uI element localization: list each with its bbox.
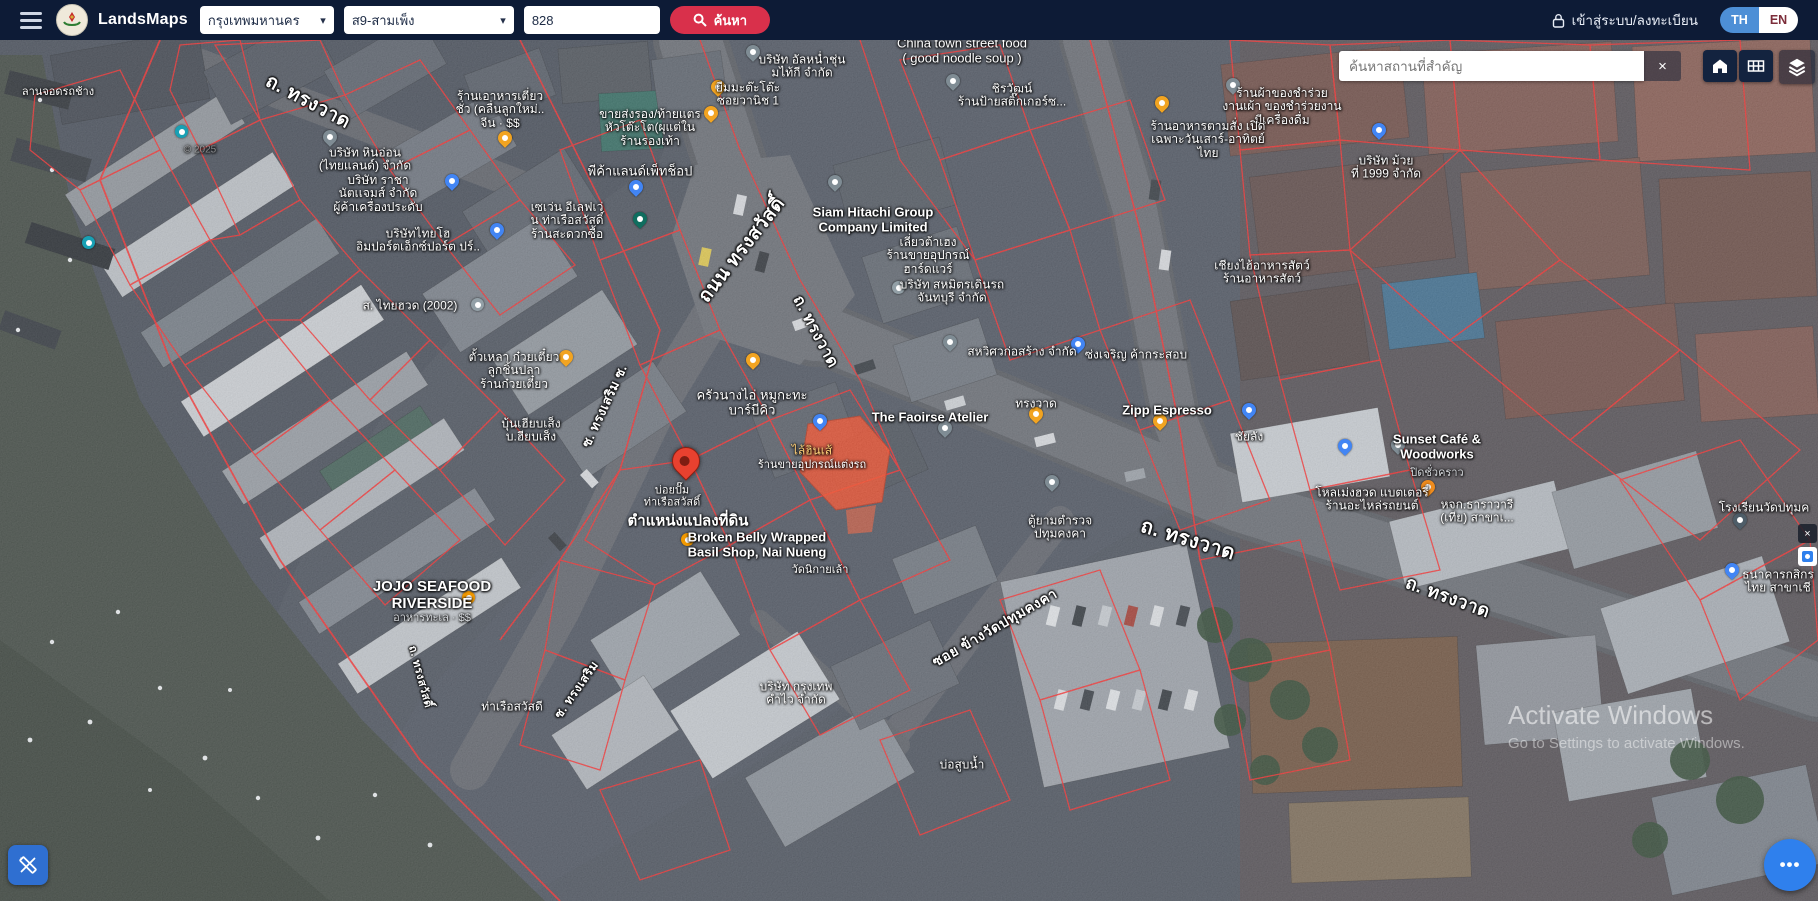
map-marker-grey-circle-pin[interactable] — [892, 281, 905, 294]
map-marker-grey-pin[interactable] — [935, 418, 955, 438]
grid-icon — [1746, 56, 1766, 76]
map-marker-yellow-pin[interactable] — [1152, 93, 1172, 113]
measure-tools-button[interactable] — [8, 845, 48, 885]
map-marker-blue-pin[interactable] — [1335, 436, 1355, 456]
map-marker-blue-pin[interactable] — [1239, 400, 1259, 420]
poi-clear-button[interactable]: × — [1644, 51, 1681, 81]
language-toggle: TH EN — [1720, 7, 1798, 33]
more-tools-button[interactable]: ••• — [1764, 839, 1816, 891]
map-marker-teal-circle-pin[interactable] — [82, 236, 95, 249]
lang-th-button[interactable]: TH — [1720, 7, 1759, 33]
menu-icon[interactable] — [20, 12, 42, 29]
poi-search-input[interactable] — [1339, 51, 1644, 81]
map-marker-blue-pin[interactable] — [442, 171, 462, 191]
map-marker-yellow-pin[interactable] — [556, 347, 576, 367]
lock-icon — [1552, 13, 1565, 28]
map-marker-blue-pin[interactable] — [810, 411, 830, 431]
home-extent-button[interactable] — [1703, 50, 1737, 82]
login-register-label: เข้าสู่ระบบ/ลงทะเบียน — [1572, 9, 1698, 31]
map-marker-orange-circle-pin[interactable] — [681, 533, 694, 546]
lang-en-button[interactable]: EN — [1759, 7, 1798, 33]
map-marker-grey-pin[interactable] — [943, 71, 963, 91]
layers-button[interactable] — [1779, 50, 1815, 84]
map-marker-grey-pin[interactable] — [1042, 472, 1062, 492]
map-marker-yellow-pin[interactable] — [1150, 411, 1170, 431]
layers-icon — [1786, 56, 1808, 78]
landsmaps-logo — [56, 4, 88, 36]
map-marker-blue-pin[interactable] — [487, 220, 507, 240]
map-marker-grey-pin[interactable] — [1388, 435, 1408, 455]
province-select-value: กรุงเทพมหานคร — [208, 10, 300, 31]
garuda-emblem-icon — [60, 8, 84, 32]
map-marker-blue-pin[interactable] — [626, 177, 646, 197]
map-sheet-select[interactable]: ส9-สามเพ็ง ▾ — [344, 6, 514, 34]
poi-markers-layer — [0, 0, 1818, 901]
edge-close-icon[interactable]: × — [1798, 524, 1817, 543]
map-marker-blue-pin[interactable] — [1722, 560, 1742, 580]
map-marker-grey-pin[interactable] — [940, 332, 960, 352]
chevron-down-icon: ▾ — [320, 14, 326, 27]
map-marker-yellow-pin[interactable] — [701, 103, 721, 123]
map-marker-grey-pin[interactable] — [825, 172, 845, 192]
map-marker-yellow-pin[interactable] — [743, 350, 763, 370]
login-register-link[interactable]: เข้าสู่ระบบ/ลงทะเบียน — [1552, 9, 1698, 31]
search-button-label: ค้นหา — [714, 10, 747, 31]
map-sheet-select-value: ส9-สามเพ็ง — [352, 10, 415, 31]
map-marker-yellow-pin[interactable] — [1026, 404, 1046, 424]
map-marker-grey-pin[interactable] — [1223, 75, 1243, 95]
map-marker-blue-pin[interactable] — [1068, 334, 1088, 354]
edge-media-icon[interactable] — [1798, 547, 1817, 566]
parcel-number-input[interactable] — [524, 6, 660, 34]
app-header: LandsMaps กรุงเทพมหานคร ▾ ส9-สามเพ็ง ▾ ค… — [0, 0, 1818, 40]
province-select[interactable]: กรุงเทพมหานคร ▾ — [200, 6, 334, 34]
map-marker-teal-pin[interactable] — [630, 209, 650, 229]
map-marker-grey-pin[interactable] — [743, 42, 763, 62]
home-icon — [1710, 56, 1730, 76]
map-marker-blue-pin[interactable] — [1369, 120, 1389, 140]
map-marker-teal-circle-pin[interactable] — [175, 125, 188, 138]
chevron-down-icon: ▾ — [500, 14, 506, 27]
map-marker-orange-circle-pin[interactable] — [462, 591, 475, 604]
pencil-ruler-icon — [16, 853, 40, 877]
map-marker-grey-pin[interactable] — [320, 127, 340, 147]
app-title: LandsMaps — [98, 11, 188, 29]
map-marker-dark-pin[interactable] — [1730, 510, 1750, 530]
map-marker-grey-circle-pin[interactable] — [471, 298, 484, 311]
search-button[interactable]: ค้นหา — [670, 6, 770, 34]
map-marker-yellow-pin[interactable] — [495, 128, 515, 148]
map-marker-yellow-pin[interactable] — [708, 77, 728, 97]
satellite-map[interactable]: ลานจอดรถช้างถ. ทรงวาดเวนิลา.บริษัท หินอ่… — [0, 0, 1818, 901]
search-icon — [693, 13, 707, 27]
poi-search: × — [1339, 51, 1681, 81]
map-marker-orange-pin[interactable] — [1418, 477, 1438, 497]
grid-view-button[interactable] — [1739, 50, 1773, 82]
